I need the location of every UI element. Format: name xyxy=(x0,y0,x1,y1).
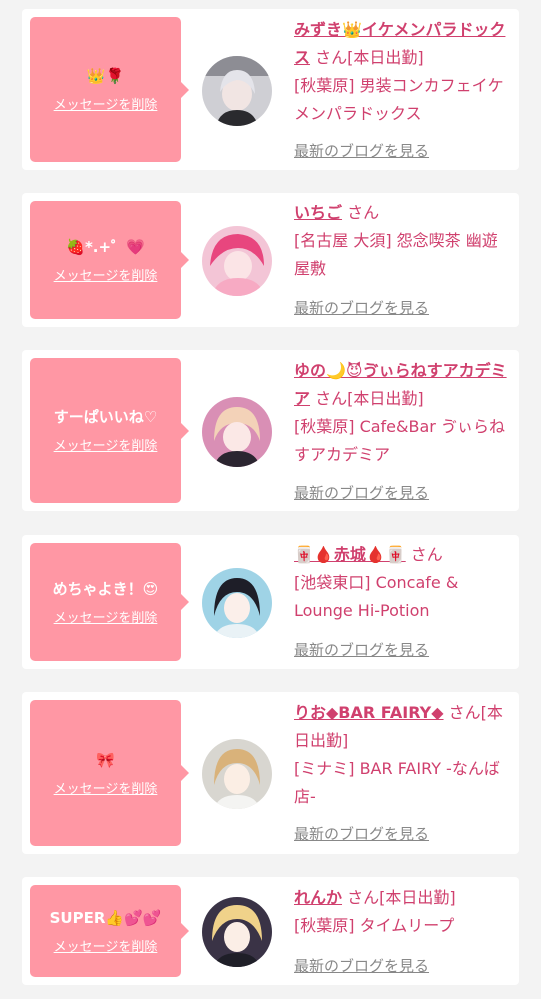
message-text: SUPER👍💕💕 xyxy=(49,908,162,927)
san-label: さん xyxy=(315,48,348,67)
message-bubble: SUPER👍💕💕 メッセージを削除 xyxy=(30,885,189,977)
message-card: 🎀 メッセージを削除 りお◆BAR FAIRY◆ さん[本日出勤] [ミナミ] … xyxy=(22,692,519,854)
avatar[interactable] xyxy=(202,226,272,296)
avatar-image xyxy=(202,226,272,296)
san-label: さん xyxy=(315,389,348,408)
shop-location: [名古屋 大須] 怨念喫茶 幽遊屋敷 xyxy=(294,231,498,278)
delete-message-link[interactable]: メッセージを削除 xyxy=(54,435,158,454)
message-bubble: 🍓*.+゜💗 メッセージを削除 xyxy=(30,201,189,319)
host-info: 🀄🩸赤城🩸🀄 さん [池袋東口] Concafe & Lounge Hi-Pot… xyxy=(294,541,509,625)
host-info: りお◆BAR FAIRY◆ さん[本日出勤] [ミナミ] BAR FAIRY -… xyxy=(294,699,509,811)
delete-message-link[interactable]: メッセージを削除 xyxy=(54,778,158,797)
avatar[interactable] xyxy=(202,897,272,967)
avatar-image xyxy=(202,397,272,467)
host-name-link[interactable]: いちご xyxy=(294,203,342,222)
delete-message-link[interactable]: メッセージを削除 xyxy=(54,936,158,955)
latest-blog-link[interactable]: 最新のブログを見る xyxy=(294,140,429,161)
message-card: すーぱいいね♡ メッセージを削除 ゆの🌙😈ゔぃらねすアカデミア さん[本日出勤]… xyxy=(22,350,519,511)
san-label: さん xyxy=(410,545,443,564)
delete-message-link[interactable]: メッセージを削除 xyxy=(54,607,158,626)
delete-message-link[interactable]: メッセージを削除 xyxy=(54,265,158,284)
attendance-status: [本日出勤] xyxy=(379,888,456,907)
san-label: さん xyxy=(347,203,380,222)
message-text: 👑🌹 xyxy=(86,67,125,85)
message-bubble: すーぱいいね♡ メッセージを削除 xyxy=(30,358,189,503)
host-name-link[interactable]: 🀄🩸赤城🩸🀄 xyxy=(294,545,406,564)
avatar-image xyxy=(202,897,272,967)
shop-location: [池袋東口] Concafe & Lounge Hi-Potion xyxy=(294,573,459,620)
message-bubble: めちゃよき！😍 メッセージを削除 xyxy=(30,543,189,661)
host-info: いちご さん [名古屋 大須] 怨念喫茶 幽遊屋敷 xyxy=(294,199,509,283)
message-card: SUPER👍💕💕 メッセージを削除 れんか さん[本日出勤] [秋葉原] タイム… xyxy=(22,877,519,985)
host-info: みずき👑イケメンパラドックス さん[本日出勤] [秋葉原] 男装コンカフェイケメ… xyxy=(294,16,509,128)
host-info: れんか さん[本日出勤] [秋葉原] タイムリープ xyxy=(294,884,509,940)
delete-message-link[interactable]: メッセージを削除 xyxy=(54,94,158,113)
shop-location: [ミナミ] BAR FAIRY -なんば店- xyxy=(294,759,500,806)
message-card: 🍓*.+゜💗 メッセージを削除 いちご さん [名古屋 大須] 怨念喫茶 幽遊屋… xyxy=(22,193,519,327)
host-name-link[interactable]: りお◆BAR FAIRY◆ xyxy=(294,703,444,722)
message-bubble: 👑🌹 メッセージを削除 xyxy=(30,17,189,162)
shop-location: [秋葉原] 男装コンカフェイケメンパラドックス xyxy=(294,76,504,123)
shop-location: [秋葉原] タイムリープ xyxy=(294,916,455,935)
message-card: 👑🌹 メッセージを削除 みずき👑イケメンパラドックス さん[本日出勤] [秋葉原… xyxy=(22,9,519,170)
attendance-status: [本日出勤] xyxy=(347,48,424,67)
attendance-status: [本日出勤] xyxy=(347,389,424,408)
san-label: さん xyxy=(347,888,380,907)
avatar[interactable] xyxy=(202,397,272,467)
message-card: めちゃよき！😍 メッセージを削除 🀄🩸赤城🩸🀄 さん [池袋東口] Concaf… xyxy=(22,535,519,669)
latest-blog-link[interactable]: 最新のブログを見る xyxy=(294,482,429,503)
latest-blog-link[interactable]: 最新のブログを見る xyxy=(294,297,429,318)
host-name-link[interactable]: れんか xyxy=(294,888,342,907)
latest-blog-link[interactable]: 最新のブログを見る xyxy=(294,639,429,660)
avatar-image xyxy=(202,56,272,126)
avatar-image xyxy=(202,739,272,809)
message-text: 🍓*.+゜💗 xyxy=(66,237,145,256)
avatar[interactable] xyxy=(202,568,272,638)
host-info: ゆの🌙😈ゔぃらねすアカデミア さん[本日出勤] [秋葉原] Cafe&Bar ゔ… xyxy=(294,357,509,469)
latest-blog-link[interactable]: 最新のブログを見る xyxy=(294,955,429,976)
message-text: めちゃよき！😍 xyxy=(52,579,159,598)
avatar-image xyxy=(202,568,272,638)
san-label: さん xyxy=(448,703,481,722)
avatar[interactable] xyxy=(202,56,272,126)
message-text: すーぱいいね♡ xyxy=(53,408,158,426)
message-text: 🎀 xyxy=(96,750,115,769)
shop-location: [秋葉原] Cafe&Bar ゔぃらねすアカデミア xyxy=(294,417,505,464)
message-bubble: 🎀 メッセージを削除 xyxy=(30,700,189,846)
latest-blog-link[interactable]: 最新のブログを見る xyxy=(294,823,429,844)
avatar[interactable] xyxy=(202,739,272,809)
